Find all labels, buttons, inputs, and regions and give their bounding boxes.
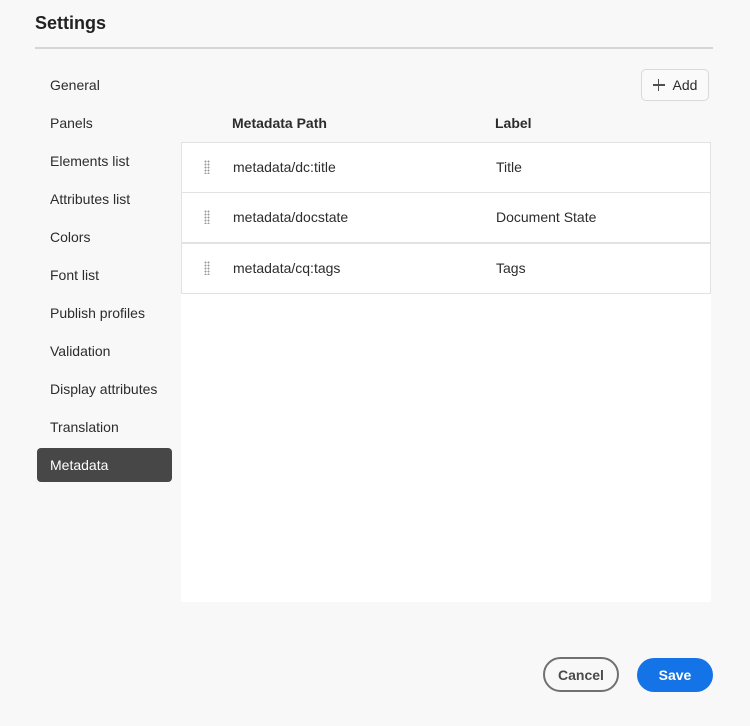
dialog-title: Settings [35,13,107,33]
nav-item-metadata[interactable]: Metadata [37,448,172,482]
column-header-label: Label [495,115,532,131]
cancel-button[interactable]: Cancel [543,657,619,692]
table-row[interactable]: metadata/docstate Document State [181,192,711,243]
settings-nav: General Panels Elements list Attributes … [37,68,172,486]
metadata-path-cell: metadata/cq:tags [233,260,341,276]
nav-item-publish-profiles[interactable]: Publish profiles [37,296,172,330]
add-button[interactable]: Add [641,69,709,101]
metadata-path-cell: metadata/docstate [233,209,349,225]
nav-item-colors[interactable]: Colors [37,220,172,254]
drag-handle-icon[interactable] [204,261,210,275]
table-row[interactable]: metadata/cq:tags Tags [181,243,711,294]
title-divider [35,47,713,49]
nav-item-font-list[interactable]: Font list [37,258,172,292]
nav-item-display-attributes[interactable]: Display attributes [37,372,172,406]
nav-item-elements-list[interactable]: Elements list [37,144,172,178]
label-cell: Document State [496,209,597,225]
drag-handle-icon[interactable] [204,210,210,224]
column-header-metadata-path: Metadata Path [232,115,327,131]
label-cell: Tags [496,260,526,276]
nav-item-attributes-list[interactable]: Attributes list [37,182,172,216]
add-button-label: Add [672,77,698,93]
nav-item-panels[interactable]: Panels [37,106,172,140]
label-cell: Title [496,159,522,175]
nav-item-validation[interactable]: Validation [37,334,172,368]
drag-handle-icon[interactable] [204,160,210,174]
metadata-path-cell: metadata/dc:title [233,159,336,175]
table-row[interactable]: metadata/dc:title Title [181,142,711,193]
plus-icon [652,79,665,91]
nav-item-translation[interactable]: Translation [37,410,172,444]
nav-item-general[interactable]: General [37,68,172,102]
save-button[interactable]: Save [637,658,713,692]
